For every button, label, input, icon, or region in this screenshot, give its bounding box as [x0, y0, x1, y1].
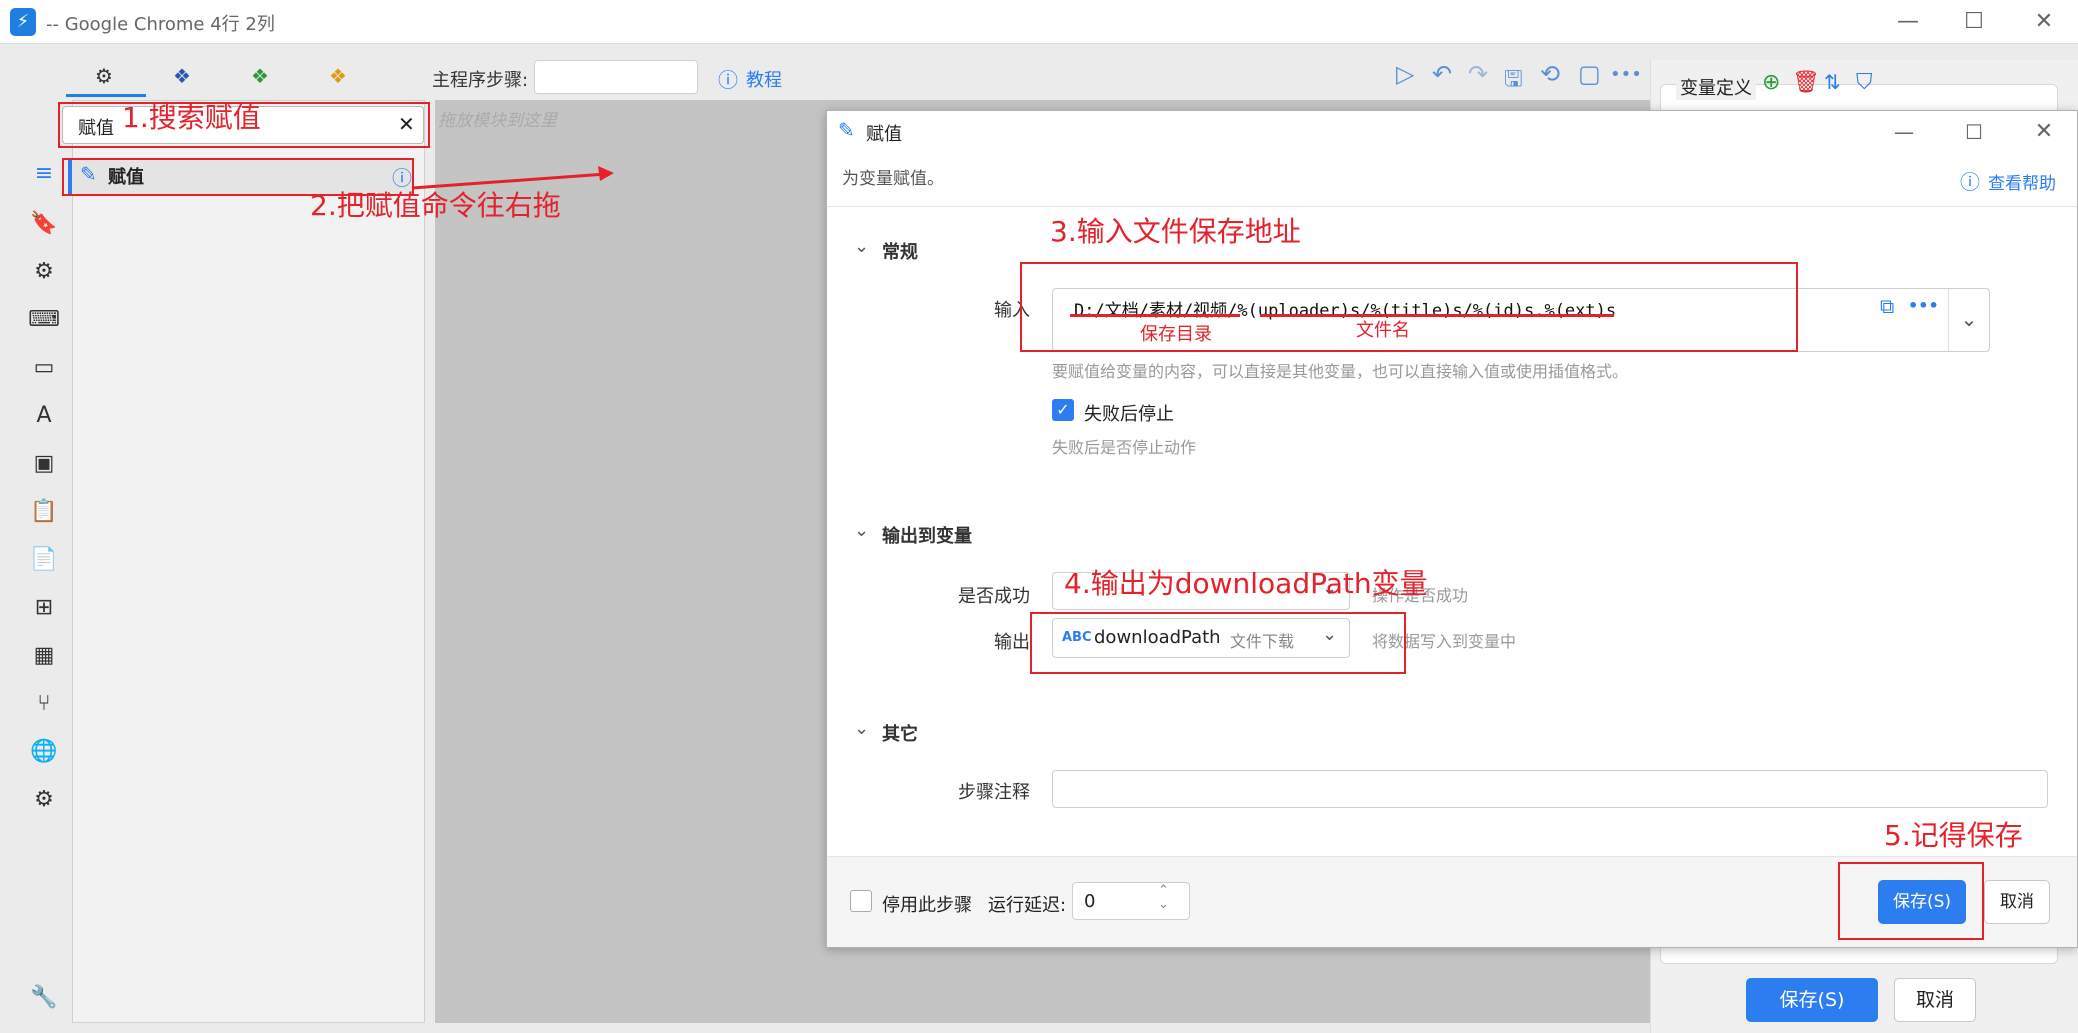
- dialog-maximize-icon[interactable]: ☐: [1944, 114, 2004, 150]
- more-icon[interactable]: •••: [1610, 64, 1642, 85]
- chevron-down-icon[interactable]: ⌄: [854, 718, 869, 739]
- dialog-description: 为变量赋值。: [842, 169, 944, 189]
- dialog-close-icon[interactable]: ✕: [2014, 114, 2074, 150]
- app-logo-icon: ⚡: [10, 8, 36, 36]
- globe-icon[interactable]: 🌐: [24, 732, 64, 772]
- note-input[interactable]: [1052, 770, 2048, 808]
- success-label: 是否成功: [958, 586, 1030, 607]
- image-icon[interactable]: ▣: [24, 444, 64, 484]
- main-save-button[interactable]: 保存(S): [1746, 978, 1878, 1022]
- document-icon[interactable]: 📄: [24, 540, 64, 580]
- divider: [827, 206, 2077, 207]
- minimize-icon[interactable]: —: [1878, 4, 1938, 40]
- stop-on-fail-label: 失败后停止: [1084, 404, 1174, 425]
- output-label: 输出: [994, 632, 1030, 653]
- tab-orange-modules[interactable]: ❖: [304, 58, 372, 94]
- main-cancel-button[interactable]: 取消: [1894, 978, 1976, 1022]
- green-cubes-icon: ❖: [251, 64, 269, 88]
- save-icon[interactable]: 🖫: [1504, 62, 1523, 100]
- history-icon[interactable]: ⟲: [1540, 60, 1560, 88]
- redo-icon[interactable]: ↷: [1468, 60, 1488, 88]
- expand-chevron-icon[interactable]: ⌄: [1948, 289, 1989, 351]
- add-variable-icon[interactable]: ⊕: [1762, 70, 1780, 95]
- annotation-box-output: [1030, 612, 1406, 674]
- keyboard-icon[interactable]: ⌨: [24, 300, 64, 340]
- window-icon[interactable]: ▭: [24, 348, 64, 388]
- help-icon[interactable]: ⓘ: [1960, 166, 1980, 195]
- dialog-title: 赋值: [866, 124, 902, 145]
- dialog-cancel-button[interactable]: 取消: [1984, 880, 2050, 924]
- tutorial-link[interactable]: 教程: [746, 66, 782, 92]
- run-icon[interactable]: ▷: [1396, 60, 1414, 88]
- annotation-step4: 4.输出为downloadPath变量: [1064, 567, 1428, 600]
- section-output-title: 输出到变量: [882, 526, 972, 547]
- stop-on-fail-hint: 失败后是否停止动作: [1052, 438, 1197, 457]
- close-icon[interactable]: ✕: [2014, 4, 2074, 40]
- module-panel: [72, 100, 425, 1023]
- canvas-placeholder: 拖放模块到这里: [438, 111, 557, 131]
- more-icon[interactable]: •••: [1908, 296, 1939, 315]
- settings-icon[interactable]: ⚙: [24, 252, 64, 292]
- windows-icon[interactable]: ⊞: [24, 588, 64, 628]
- tab-blue-modules[interactable]: ❖: [148, 58, 216, 94]
- dialog-minimize-icon[interactable]: —: [1874, 114, 1934, 150]
- note-label: 步骤注释: [958, 782, 1030, 803]
- chevron-down-icon[interactable]: ⌄: [854, 520, 869, 541]
- subprogram-select[interactable]: [534, 60, 698, 94]
- sort-icon[interactable]: ⇅: [1824, 70, 1841, 94]
- maximize-icon[interactable]: ☐: [1944, 4, 2004, 40]
- section-general-title: 常规: [882, 242, 918, 263]
- window-title: -- Google Chrome 4行 2列: [46, 14, 275, 35]
- section-other-title: 其它: [882, 724, 918, 745]
- stepper-icon[interactable]: ⌃ ⌄: [1158, 884, 1169, 912]
- annotation-arrow: [411, 166, 614, 190]
- delay-label: 运行延迟:: [988, 895, 1067, 916]
- advanced-settings-icon[interactable]: ⚙: [24, 780, 64, 820]
- delay-value: 0: [1084, 891, 1096, 912]
- tab-green-modules[interactable]: ❖: [226, 58, 294, 94]
- text-icon[interactable]: A: [24, 396, 64, 436]
- subprogram-label: 主程序步骤:: [432, 70, 529, 91]
- list-icon[interactable]: ≡: [24, 154, 64, 194]
- open-link-icon[interactable]: ⧉: [1880, 294, 1894, 318]
- note-icon[interactable]: ▢: [1578, 60, 1601, 88]
- annotation-box-save: [1838, 862, 1984, 940]
- input-hint: 要赋值给变量的内容，可以直接是其他变量，也可以直接输入值或使用插值格式。: [1052, 362, 1629, 381]
- title-bar: [0, 0, 2078, 44]
- gears-icon: ⚙: [95, 64, 113, 88]
- annotation-dir-label: 保存目录: [1140, 324, 1212, 345]
- wrench-icon[interactable]: 🔧: [24, 978, 64, 1018]
- blue-cubes-icon: ❖: [173, 64, 191, 88]
- stop-on-fail-checkbox[interactable]: ✓: [1052, 399, 1074, 421]
- tab-gears[interactable]: ⚙: [70, 58, 138, 94]
- branch-icon[interactable]: ⑂: [24, 684, 64, 724]
- bookmark-icon[interactable]: 🔖: [24, 204, 64, 244]
- calculator-icon[interactable]: ▦: [24, 636, 64, 676]
- undo-icon[interactable]: ↶: [1432, 60, 1452, 88]
- clipboard-icon[interactable]: 📋: [24, 492, 64, 532]
- app-window: ⚡ -- Google Chrome 4行 2列 — ☐ ✕ ⚙ ❖ ❖ ❖ 主…: [0, 0, 2078, 1033]
- edit-icon: ✎: [838, 118, 855, 142]
- disable-step-checkbox[interactable]: [850, 890, 872, 912]
- disable-step-label: 停用此步骤: [882, 895, 972, 916]
- variable-panel-title: 变量定义: [1676, 74, 1756, 100]
- delete-icon[interactable]: 🗑: [1792, 70, 1820, 95]
- annotation-step3: 3.输入文件保存地址: [1050, 215, 1301, 248]
- help-link[interactable]: 查看帮助: [1988, 169, 2056, 194]
- info-icon[interactable]: ⓘ: [718, 64, 738, 93]
- annotation-step5: 5.记得保存: [1884, 819, 2023, 852]
- orange-cubes-icon: ❖: [329, 64, 347, 88]
- annotation-underline-file: [1260, 314, 1614, 317]
- annotation-underline-dir: [1070, 314, 1240, 317]
- filter-icon[interactable]: ⛉: [1856, 70, 1873, 95]
- annotation-file-label: 文件名: [1356, 320, 1410, 341]
- chevron-down-icon[interactable]: ⌄: [854, 236, 869, 257]
- annotation-step1: 1.搜索赋值: [122, 101, 261, 134]
